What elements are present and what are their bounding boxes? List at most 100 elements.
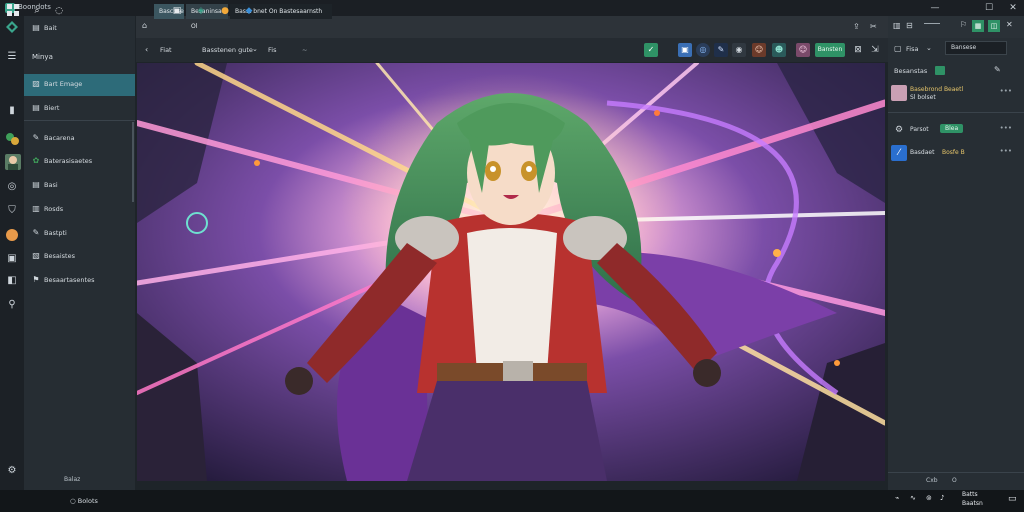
gear-icon: ⚙ [894,125,904,135]
sidebar-item-basi[interactable]: ▤ Basi [24,175,135,197]
pen-icon: ✎ [32,133,40,142]
right-panel-footer-divider [888,472,1024,473]
clock-time[interactable]: Batts [962,491,978,498]
sidebar-item-bait[interactable]: ▤ Bait [24,18,135,40]
globe-icon[interactable]: ◎ [696,43,710,57]
check-icon[interactable]: ✓ [644,43,658,57]
pin-panel-icon[interactable]: ⚐ [960,20,967,29]
chevron-down-icon[interactable]: ⌄ [252,45,258,53]
paint-icon[interactable]: ✎ [714,43,728,57]
chat-icon[interactable]: ◌ [52,4,66,18]
compass-icon[interactable]: ◎ [5,180,19,194]
camera-icon[interactable]: ◉ [732,43,746,57]
store-icon[interactable]: ◆ [242,4,256,18]
taskbar-search-icon: ○ [70,497,78,505]
sidebar-item-minya[interactable]: Minya [24,47,135,69]
action-button[interactable]: Bansten [815,43,845,57]
share-icon[interactable]: ⇪ [853,22,863,32]
clock-date[interactable]: Baatsn [962,500,983,507]
doc-icon: ▤ [32,180,40,189]
tools-icon[interactable] [5,132,19,146]
tray-icon-1[interactable]: ∿ [910,494,916,502]
logo-icon[interactable] [5,20,19,34]
list-item[interactable]: ⁄ Basdaet Bosfe B ••• [888,142,1024,164]
maximize-button[interactable]: ☐ [982,2,996,14]
search-icon[interactable]: ⌕ [30,4,44,18]
sidebar-item-besaartasentes[interactable]: ⚑ Besaartasentes [24,270,135,292]
divider [888,112,1024,113]
image-icon: ▨ [32,79,40,88]
list-icon: ▤ [32,103,40,112]
back-icon[interactable]: ‹ [145,45,148,54]
tray-icon-2[interactable]: ⊚ [926,494,932,502]
orange-icon[interactable] [5,228,19,242]
panel-close-icon[interactable]: ✕ [1006,20,1013,29]
menu-icon[interactable]: ☰ [5,50,19,64]
task-view-icon[interactable]: ▣ [170,4,184,18]
home-icon[interactable]: ⌂ [142,21,152,31]
network-icon[interactable]: ⌁ [895,494,899,502]
list-item[interactable]: ⚙ Parsot Blea ••• [888,119,1024,141]
right-panel-header-label: Fisa [906,45,919,53]
layers-panel-icon[interactable]: ◫ [988,20,1000,32]
tabs-bar [136,16,888,38]
brush-icon: ✎ [32,228,40,237]
minimize-line[interactable] [924,23,940,24]
sidebar-item-bacarena[interactable]: ✎ Bacarena [24,128,135,150]
panel-toggle-icon[interactable]: ▥ [893,21,901,30]
book-icon: ▥ [32,204,40,213]
toolbar-label-fiat[interactable]: Fiat [160,46,172,54]
app-taskbar-icon[interactable]: ◈ [194,4,208,18]
start-icon[interactable] [6,4,20,18]
frame-icon[interactable]: ▣ [5,252,19,266]
layer-icon[interactable]: ⊟ [906,21,913,30]
sidebar-item-bart-emage[interactable]: ▨ Bart Emage [24,74,135,96]
pin-icon[interactable]: ⚲ [5,298,19,312]
search-input[interactable]: Bansese [945,41,1007,55]
sidebar-item-rosds[interactable]: ▥ Rosds [24,199,135,221]
browser-icon[interactable]: ● [218,4,232,18]
taskbar-search[interactable]: ○ Bolots [70,494,130,508]
export-icon[interactable]: ⇲ [868,43,882,57]
grid-icon[interactable]: ▦ [972,20,984,32]
list-item[interactable]: Basebrond Beaetl Sl bolset ••• [888,82,1024,104]
avatar-button-icon[interactable]: ☺ [796,43,810,57]
panel-icon[interactable]: ▮ [5,104,19,118]
settings-icon[interactable]: ⚙ [5,464,19,478]
tools-menu-icon[interactable]: ✂ [870,22,880,32]
toolbar-label-file[interactable]: Basstenen gute [202,46,253,54]
sidebar-item-besaistes[interactable]: ▧ Besaistes [24,246,135,268]
mask-icon[interactable]: ☻ [772,43,786,57]
avatar-icon[interactable] [5,154,21,170]
anime-illustration [137,63,885,481]
square-icon[interactable]: ▢ [894,44,902,53]
section-badge [935,66,945,75]
sidebar-item-biert[interactable]: ▤ Biert [24,98,135,120]
wand-icon: ⁄ [891,145,907,161]
portrait-icon[interactable]: ☺ [752,43,766,57]
footer-label-right: O [952,477,957,484]
taskbar [0,490,1024,512]
minimize-button[interactable]: — [928,2,942,14]
edit-icon[interactable]: ✎ [994,65,1001,74]
volume-icon[interactable]: ♪ [940,494,944,502]
shape-icon[interactable]: ▣ [678,43,692,57]
chevron-down-icon[interactable]: ⌄ [926,44,932,52]
save-icon[interactable]: ⊠ [851,43,865,57]
layers-icon[interactable]: ◧ [5,274,19,288]
section-label: Besanstas [894,67,928,75]
avatar [891,85,907,101]
canvas-artwork[interactable] [137,63,885,481]
sidebar-divider [24,120,135,121]
shirt-icon[interactable]: ⛉ [5,204,19,218]
footer-label-left: Cxb [926,477,938,484]
note-icon: ▧ [32,251,40,260]
sidebar-item-baterasisaetes[interactable]: ✿ Baterasisaetes [24,151,135,173]
folder-icon: ▤ [32,23,40,32]
close-button[interactable]: ✕ [1006,2,1020,14]
sidebar-item-bastpti[interactable]: ✎ Bastpti [24,223,135,245]
toolbar-label-fis[interactable]: Fis [268,46,276,54]
sidebar-footer-label: Balaz [64,476,81,483]
toolbar-label-extra: ~ [302,46,308,54]
notification-icon[interactable]: ▭ [1008,494,1017,504]
